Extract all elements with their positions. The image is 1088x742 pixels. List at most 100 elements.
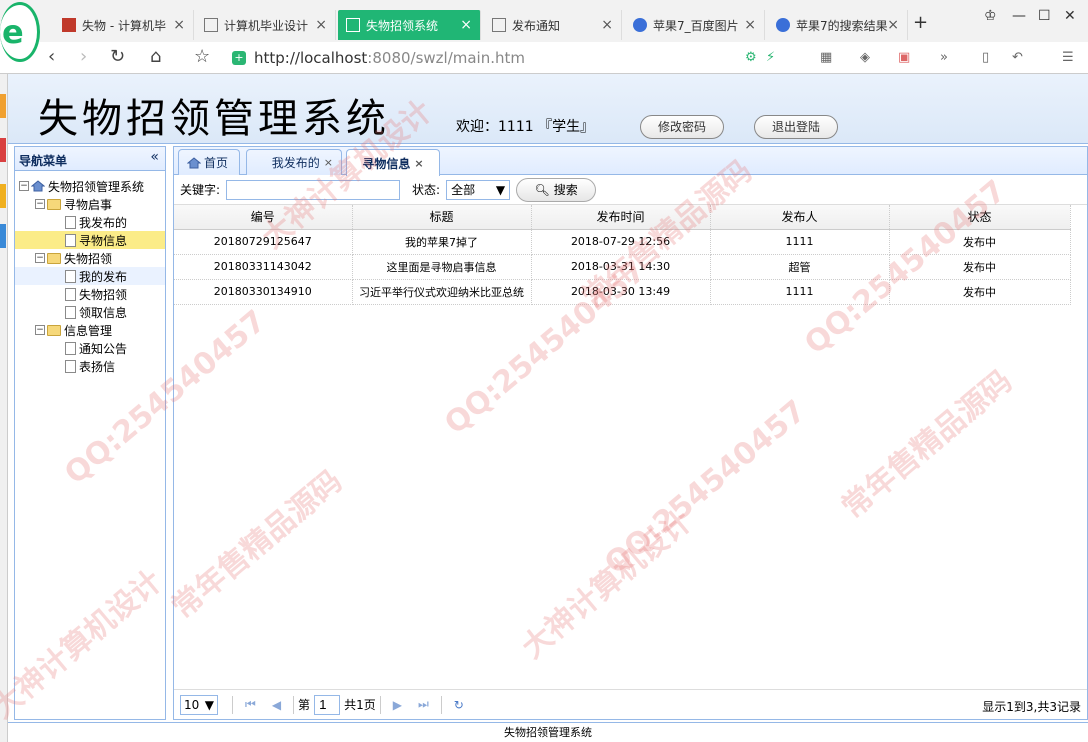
sidebar-icon[interactable] [0, 94, 6, 118]
menu-icon[interactable]: ☰ [1062, 50, 1074, 65]
browser-tab-bar: 失物 - 计算机毕 × 计算机毕业设计 × 失物招领系统 × 发布通知 × 苹果… [0, 0, 1088, 42]
welcome-text: 欢迎：1111 『学生』 [456, 119, 595, 135]
browser-tab-1[interactable]: 失物 - 计算机毕 × [54, 10, 194, 40]
collapse-toggle-icon[interactable]: − [35, 325, 45, 335]
close-icon[interactable]: × [414, 157, 423, 170]
adblock-icon[interactable]: ▣ [898, 50, 910, 65]
document-icon [65, 287, 76, 301]
tree-label: 寻物启事 [64, 197, 113, 212]
document-icon [65, 341, 76, 355]
forward-icon[interactable]: › [80, 46, 87, 67]
minimize-icon[interactable]: — [1012, 8, 1026, 24]
paw-icon [776, 18, 790, 32]
document-icon [65, 305, 76, 319]
tree-item-found-items[interactable]: 失物招领 [15, 285, 165, 303]
reader-icon[interactable]: ▯ [982, 50, 989, 65]
change-password-button[interactable]: 修改密码 [640, 115, 724, 139]
reload-icon[interactable]: ↻ [454, 698, 464, 712]
close-icon[interactable]: × [744, 17, 756, 33]
tree-group-found[interactable]: − 失物招领 [15, 249, 165, 267]
house-icon [187, 156, 201, 168]
prev-page-icon[interactable]: ◀ [272, 698, 281, 712]
new-tab-button[interactable]: + [913, 12, 928, 33]
lightning-icon[interactable]: ⚡ [766, 50, 775, 65]
tree-label: 信息管理 [64, 323, 113, 338]
browser-tab-4[interactable]: 发布通知 × [484, 10, 622, 40]
close-icon[interactable]: × [460, 17, 472, 33]
tree-item-claim-info[interactable]: 领取信息 [15, 303, 165, 321]
column-header[interactable]: 状态 [889, 205, 1071, 230]
folder-icon [47, 324, 61, 336]
keyword-input[interactable] [226, 179, 401, 200]
table-cell: 2018-03-30 13:49 [531, 279, 711, 305]
tree-item-my-release[interactable]: 我的发布 [15, 267, 165, 285]
browser-tab-5[interactable]: 苹果7_百度图片 × [625, 10, 765, 40]
nav-panel-header: 导航菜单 « [15, 147, 165, 171]
tree-root[interactable]: − 失物招领管理系统 [15, 177, 165, 195]
browser-tab-label: 发布通知 [512, 18, 561, 33]
tree-item-lost-info[interactable]: 寻物信息 [15, 231, 165, 249]
status-select[interactable]: 全部 ▼ [446, 179, 511, 200]
app: 失物招领管理系统 欢迎：1111 『学生』 修改密码 退出登陆 导航菜单 « −… [8, 74, 1088, 742]
first-page-icon[interactable]: ⏮ [245, 697, 256, 712]
tree-item-praise[interactable]: 表扬信 [15, 357, 165, 375]
tree-group-lost-notice[interactable]: − 寻物启事 [15, 195, 165, 213]
page-size-select[interactable]: 10 ▼ [180, 694, 218, 715]
last-page-icon[interactable]: ⏭ [418, 697, 429, 712]
shield-icon: + [232, 51, 246, 65]
home-icon[interactable]: ⌂ [150, 46, 161, 67]
url-field[interactable]: + http://localhost:8080/swzl/main.htm [232, 46, 742, 70]
close-icon[interactable]: × [887, 17, 899, 33]
tab-label: 寻物信息 [362, 156, 411, 171]
search-button[interactable]: 🔍︎ 搜索 [516, 177, 597, 202]
close-icon[interactable]: × [601, 17, 613, 33]
more-icon[interactable]: » [940, 50, 948, 65]
close-window-icon[interactable]: ✕ [1064, 8, 1076, 24]
sidebar-icon[interactable] [0, 138, 6, 162]
divider [293, 695, 295, 714]
tree-group-info-manage[interactable]: − 信息管理 [15, 321, 165, 339]
undo-icon[interactable]: ↶ [1012, 50, 1023, 65]
star-icon[interactable]: ☆ [194, 46, 210, 67]
speed-icon[interactable]: ⚙ [745, 50, 757, 65]
table-cell: 20180729125647 [174, 229, 353, 255]
document-icon [65, 269, 76, 283]
table-cell: 2018-07-29 12:56 [531, 229, 711, 255]
table-cell: 1111 [710, 229, 890, 255]
close-icon[interactable]: × [173, 17, 185, 33]
table-cell: 这里面是寻物启事信息 [352, 254, 532, 280]
column-header[interactable]: 发布时间 [531, 205, 711, 230]
back-icon[interactable]: ‹ [48, 46, 55, 67]
page-number-input[interactable] [314, 694, 341, 715]
refresh-icon[interactable]: ↻ [110, 46, 125, 67]
tab-home[interactable]: 首页 [178, 149, 240, 175]
app-title: 失物招领管理系统 [38, 96, 390, 142]
browser-tab-6[interactable]: 苹果7的搜索结果 × [768, 10, 908, 40]
column-header[interactable]: 标题 [352, 205, 532, 230]
logout-button[interactable]: 退出登陆 [754, 115, 838, 139]
tree-item-notices[interactable]: 通知公告 [15, 339, 165, 357]
sidebar-icon[interactable] [0, 184, 6, 208]
maximize-icon[interactable]: ☐ [1038, 8, 1051, 24]
next-page-icon[interactable]: ▶ [393, 698, 402, 712]
browser-tab-3[interactable]: 失物招领系统 × [338, 10, 481, 40]
column-header[interactable]: 发布人 [710, 205, 890, 230]
collapse-toggle-icon[interactable]: − [35, 199, 45, 209]
sidebar-icon[interactable] [0, 224, 6, 248]
table-row[interactable]: 20180729125647 我的苹果7掉了 2018-07-29 12:56 … [174, 229, 1071, 255]
tab-my-posts[interactable]: 我发布的 × [246, 149, 342, 175]
wallet-icon[interactable]: ◈ [860, 50, 870, 65]
browser-tab-2[interactable]: 计算机毕业设计 × [196, 10, 336, 40]
table-row[interactable]: 20180330134910 习近平举行仪式欢迎纳米比亚总统 2018-03-3… [174, 279, 1071, 305]
tree-item-my-posts[interactable]: 我发布的 [15, 213, 165, 231]
close-icon[interactable]: × [324, 156, 333, 169]
table-row[interactable]: 20180331143042 这里面是寻物启事信息 2018-03-31 14:… [174, 254, 1071, 280]
collapse-toggle-icon[interactable]: − [19, 181, 29, 191]
tab-lost-info[interactable]: 寻物信息 × [346, 149, 440, 176]
column-header[interactable]: 编号 [174, 205, 353, 230]
collapse-toggle-icon[interactable]: − [35, 253, 45, 263]
apps-icon[interactable]: ▦ [820, 50, 832, 65]
collapse-icon[interactable]: « [150, 149, 159, 165]
skin-icon[interactable]: ♔ [984, 8, 997, 24]
close-icon[interactable]: × [315, 17, 327, 33]
